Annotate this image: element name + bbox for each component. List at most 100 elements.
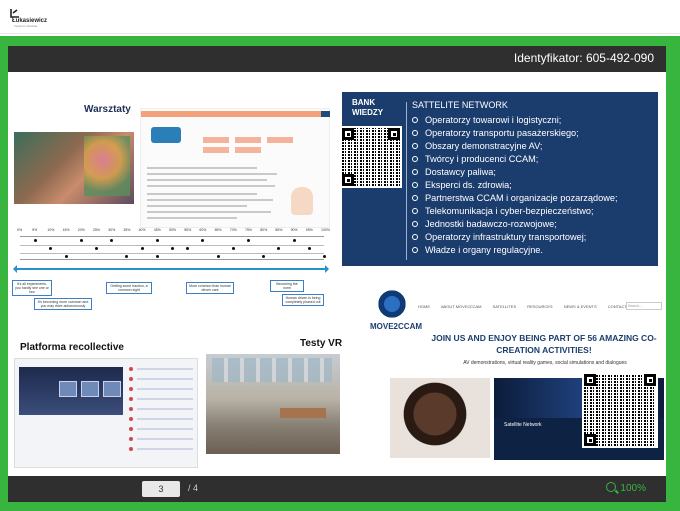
qr-code-icon	[582, 372, 658, 448]
logo-mark-icon	[10, 9, 19, 18]
timeline-percent-label: 20%	[77, 228, 85, 232]
timeline-percent-label: 90%	[290, 228, 298, 232]
timeline-axis-arrow	[13, 265, 329, 273]
identifier-label: Identyfikator: 605-492-090	[513, 51, 654, 65]
nav-item: RESOURCES	[527, 304, 553, 309]
vr-tests-photo	[206, 354, 340, 454]
person-illustration	[291, 187, 313, 215]
nav-item: ABOUT MOVE2CCAM	[440, 304, 482, 309]
document-header-accent	[321, 111, 330, 117]
timeline-dot	[292, 239, 296, 242]
timeline-percent-label: 95%	[305, 228, 313, 232]
workshop-photo	[14, 132, 134, 204]
bank-divider	[406, 102, 407, 260]
qr-code-icon	[340, 126, 402, 188]
website-subline: AV demonstrations, virtual reality games…	[463, 360, 627, 366]
timeline-note: It's becoming more common and you may dr…	[34, 298, 92, 310]
timeline-dot	[171, 247, 174, 250]
circle-bullet-icon	[412, 130, 418, 136]
timeline-percent-label: 65%	[214, 228, 222, 232]
list-item: Operatorzy towarowi i logistyczni;	[412, 114, 618, 127]
nav-item: HOME	[418, 304, 430, 309]
list-item: Operatorzy infrastruktury transportowej;	[412, 231, 618, 244]
timeline-dot	[125, 255, 129, 258]
timeline-dot	[140, 247, 144, 250]
timeline-dot	[49, 247, 53, 250]
timeline-note: More common than human driven cars	[186, 282, 234, 294]
satellite-network-title: SATTELITE NETWORK	[412, 100, 508, 110]
timeline-percent-label: 50%	[169, 228, 177, 232]
woman-on-phone-photo	[390, 378, 490, 458]
move2ccam-website-screenshot: MOVE2CCAM HOME ABOUT MOVE2CCAM SATELLITE…	[364, 282, 664, 472]
list-item: Eksperci ds. zdrowia;	[412, 179, 618, 192]
workshops-heading: Warsztaty	[84, 104, 131, 115]
satellite-network-list: Operatorzy towarowi i logistyczni; Opera…	[412, 114, 618, 257]
timeline-dot	[231, 247, 235, 250]
nav-item: NEWS & EVENTS	[563, 304, 597, 309]
document-header-bar	[141, 111, 321, 117]
timeline-percent-label: 40%	[138, 228, 146, 232]
timeline-percent-label: 55%	[184, 228, 192, 232]
timeline-percent-label: 85%	[275, 228, 283, 232]
website-search-field: Search...	[626, 302, 662, 310]
timeline-dot	[110, 239, 114, 242]
logo-subtitle: Instytut Lotnictwa	[14, 24, 38, 28]
timeline-note: Human driven is being completely phased …	[282, 294, 324, 306]
timeline-dot	[34, 239, 38, 242]
website-headline: JOIN US AND ENJOY BEING PART OF 56 AMAZI…	[431, 333, 657, 355]
list-item: Twórcy i producenci CCAM;	[412, 153, 618, 166]
list-item: Władze i organy regulacyjne.	[412, 244, 618, 257]
nav-item: CONTACT	[607, 304, 627, 309]
timeline-note: Becoming the norm	[270, 280, 304, 292]
list-item: Jednostki badawczo-rozwojowe;	[412, 218, 618, 231]
recollective-activity-list	[129, 367, 195, 463]
timeline-note: Getting some traction, a common sight	[106, 282, 152, 294]
timeline-dot	[247, 239, 250, 242]
circle-bullet-icon	[412, 234, 418, 240]
zoom-control[interactable]: 100%	[606, 482, 646, 494]
bank-title: BANK WIEDZY	[352, 98, 384, 117]
timeline-grid	[20, 236, 326, 260]
zoom-level: 100%	[620, 483, 646, 494]
timeline-percent-label: 100%	[321, 228, 330, 232]
timeline-percent-label: 70%	[229, 228, 237, 232]
adoption-timeline: 0% 5% 10% 15% 20% 25% 30% 35% 40% 45% 50% 55% 60% 65%…	[12, 224, 330, 314]
presentation-slide: Warsztaty 0% 5% 10% 15% 20% 25% 30% 35% 40% 45% 50…	[8, 72, 666, 476]
viewer-footer: / 4 100%	[8, 476, 666, 502]
page-total: / 4	[188, 483, 199, 493]
viewer-header: Identyfikator: 605-492-090	[8, 46, 666, 72]
circle-bullet-icon	[412, 247, 418, 253]
circle-bullet-icon	[412, 195, 418, 201]
timeline-percent-label: 75%	[245, 228, 253, 232]
timeline-dot	[155, 239, 159, 242]
recollective-hero	[19, 367, 123, 415]
timeline-dot	[277, 247, 281, 250]
page-number-input[interactable]	[142, 481, 180, 497]
timeline-percent-label: 0%	[17, 228, 23, 232]
timeline-dot	[155, 255, 159, 258]
drone-illustration	[151, 127, 181, 143]
timeline-percent-label: 15%	[62, 228, 70, 232]
nav-item: SATELLITES	[492, 304, 517, 309]
workshop-document-thumbnail	[140, 108, 330, 228]
timeline-percent-label: 30%	[108, 228, 116, 232]
timeline-dot	[307, 247, 311, 250]
timeline-dot	[201, 239, 205, 242]
timeline-percent-label: 10%	[47, 228, 55, 232]
circle-bullet-icon	[412, 208, 418, 214]
circle-bullet-icon	[412, 221, 418, 227]
circle-bullet-icon	[412, 169, 418, 175]
timeline-dot	[262, 255, 266, 258]
zoom-icon[interactable]	[606, 482, 617, 492]
knowledge-bank-panel: BANK WIEDZY SATTELITE NETWORK Operatorzy…	[340, 92, 658, 266]
list-item: Operatorzy transportu pasażerskiego;	[412, 127, 618, 140]
move2ccam-wordmark: MOVE2CCAM	[370, 322, 423, 331]
circle-bullet-icon	[412, 156, 418, 162]
organization-logo[interactable]: Łukasiewicz Instytut Lotnictwa	[10, 8, 60, 28]
list-item: Obszary demonstracyjne AV;	[412, 140, 618, 153]
vr-tests-heading: Testy VR	[300, 338, 343, 349]
website-nav: HOME ABOUT MOVE2CCAM SATELLITES RESOURCE…	[418, 304, 637, 309]
recollective-heading: Platforma recollective	[20, 342, 124, 353]
timeline-dot	[95, 247, 98, 250]
timeline-dot	[323, 255, 326, 258]
